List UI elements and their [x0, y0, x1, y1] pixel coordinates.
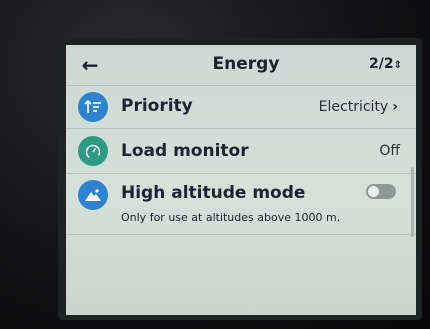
scrollbar[interactable] [411, 167, 414, 237]
chevron-right-icon: › [392, 99, 398, 115]
high-altitude-mode-description: Only for use at altitudes above 1000 m. [121, 211, 341, 224]
list-item-high-altitude-mode[interactable]: High altitude mode Only for use at altit… [66, 174, 416, 235]
load-monitor-label: Load monitor [121, 141, 249, 161]
high-altitude-toggle[interactable] [366, 184, 396, 199]
display-screen: ← Energy 2/2⇕ Priority Electricity › Loa… [66, 45, 416, 315]
priority-value: Electricity › [319, 99, 398, 115]
page-indicator-label: 2/2 [369, 56, 394, 72]
header-bar: ← Energy 2/2⇕ [66, 45, 416, 86]
gauge-icon [78, 136, 108, 166]
back-arrow-icon[interactable]: ← [78, 53, 102, 77]
page-indicator[interactable]: 2/2⇕ [369, 56, 402, 72]
toggle-knob [368, 186, 379, 197]
high-altitude-mode-label: High altitude mode [121, 183, 306, 203]
sort-arrows-icon: ⇕ [393, 60, 402, 71]
list-item-load-monitor[interactable]: Load monitor Off [66, 129, 416, 174]
priority-label: Priority [121, 96, 193, 116]
mountain-icon [78, 180, 108, 210]
page-title: Energy [212, 54, 280, 74]
priority-value-text: Electricity [318, 99, 389, 115]
priority-icon [78, 92, 108, 122]
list-item-priority[interactable]: Priority Electricity › [66, 86, 416, 129]
load-monitor-value: Off [379, 143, 400, 159]
